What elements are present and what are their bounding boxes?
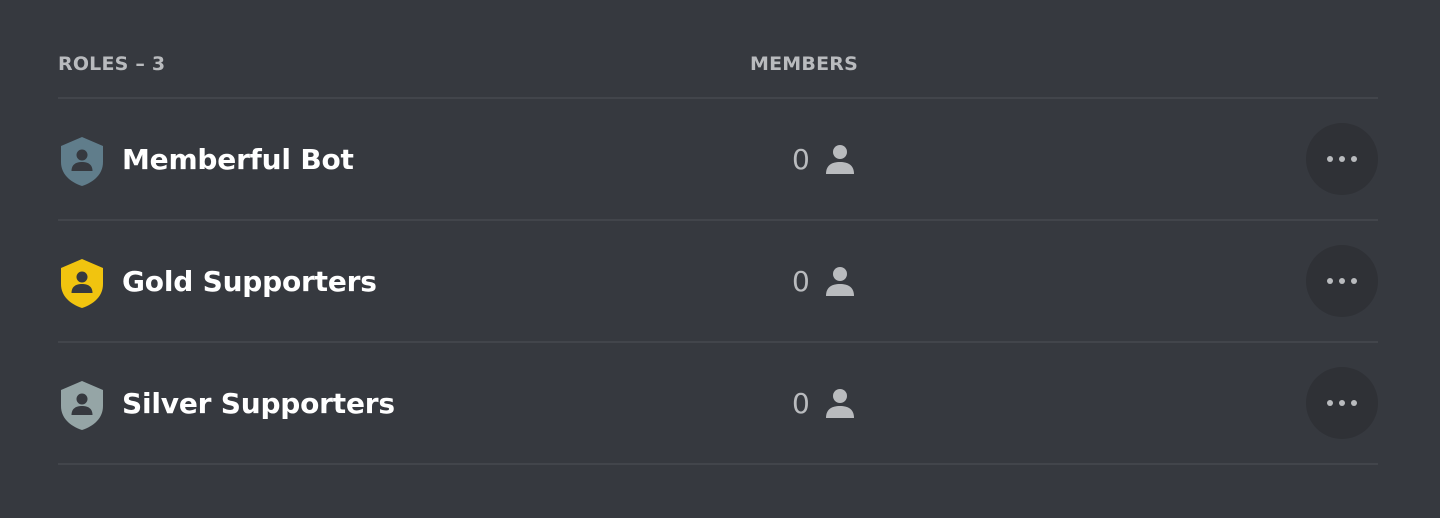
more-horizontal-icon bbox=[1327, 156, 1357, 162]
person-icon bbox=[824, 265, 856, 299]
members-heading: MEMBERS bbox=[750, 53, 858, 75]
roles-count-heading: ROLES – 3 bbox=[58, 53, 166, 75]
role-name: Silver Supporters bbox=[122, 387, 395, 420]
more-options-button[interactable] bbox=[1306, 123, 1378, 195]
member-count: 0 bbox=[792, 387, 810, 420]
more-options-button[interactable] bbox=[1306, 245, 1378, 317]
role-name: Memberful Bot bbox=[122, 143, 354, 176]
shield-user-icon bbox=[58, 379, 106, 431]
role-row-memberful-bot[interactable]: Memberful Bot 0 bbox=[58, 99, 1378, 221]
more-options-button[interactable] bbox=[1306, 367, 1378, 439]
roles-table-header: ROLES – 3 MEMBERS bbox=[58, 0, 1378, 99]
person-icon bbox=[824, 143, 856, 177]
role-row-silver-supporters[interactable]: Silver Supporters 0 bbox=[58, 343, 1378, 465]
role-name: Gold Supporters bbox=[122, 265, 377, 298]
more-horizontal-icon bbox=[1327, 400, 1357, 406]
shield-user-icon bbox=[58, 135, 106, 187]
roles-panel: ROLES – 3 MEMBERS Memberful Bot 0 Gold S… bbox=[58, 0, 1378, 518]
role-row-gold-supporters[interactable]: Gold Supporters 0 bbox=[58, 221, 1378, 343]
more-horizontal-icon bbox=[1327, 278, 1357, 284]
member-count: 0 bbox=[792, 143, 810, 176]
member-count: 0 bbox=[792, 265, 810, 298]
shield-user-icon bbox=[58, 257, 106, 309]
person-icon bbox=[824, 387, 856, 421]
